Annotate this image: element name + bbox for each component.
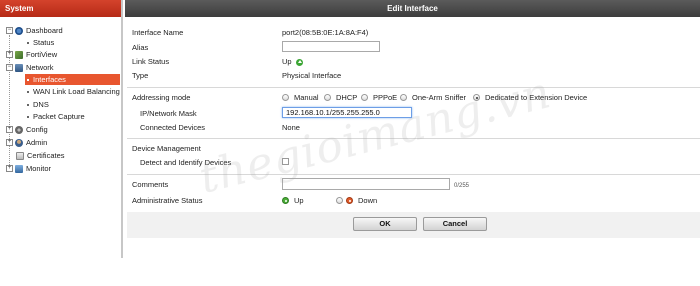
sidebar-item-wan-link-load-balancing[interactable]: WAN Link Load Balancing: [27, 86, 120, 97]
bullet-icon: [27, 41, 29, 44]
type-label: Type: [132, 71, 149, 80]
sidebar-item-config[interactable]: + Config: [6, 124, 48, 135]
admin-status-down-radio[interactable]: Down: [336, 196, 377, 205]
radio-icon: [336, 197, 343, 204]
status-down-icon: [346, 197, 353, 204]
ok-button[interactable]: OK: [353, 217, 417, 231]
dialog-button-bar: OK Cancel: [127, 212, 700, 238]
collapse-icon[interactable]: −: [6, 64, 13, 71]
detect-devices-label: Detect and Identify Devices: [140, 158, 232, 167]
sidebar-item-label: WAN Link Load Balancing: [33, 87, 120, 96]
divider: [127, 138, 700, 139]
ip-mask-label: IP/Network Mask: [140, 109, 197, 118]
sidebar-item-monitor[interactable]: + Monitor: [6, 163, 51, 174]
sidebar-item-dns[interactable]: DNS: [27, 99, 49, 110]
bullet-icon: [27, 115, 29, 118]
edit-interface-panel: Edit Interface Interface Name port2(08:5…: [125, 0, 700, 258]
radio-label: Up: [294, 196, 304, 205]
collapse-icon[interactable]: −: [6, 27, 13, 34]
dashboard-icon: [15, 26, 23, 35]
sidebar-header: System: [0, 0, 121, 17]
monitor-icon: [15, 164, 23, 173]
sidebar-item-admin[interactable]: + Admin: [6, 137, 47, 148]
radio-label: DHCP: [336, 93, 358, 102]
expand-icon[interactable]: +: [6, 165, 13, 172]
radio-label: Dedicated to Extension Device: [485, 93, 588, 102]
sidebar-item-label: Certificates: [27, 151, 65, 160]
bullet-icon: [27, 90, 29, 93]
addressing-mode-one-arm-sniffer-radio[interactable]: One-Arm Sniffer: [400, 93, 466, 102]
sidebar-item-label: Config: [26, 125, 48, 134]
radio-label: One-Arm Sniffer: [412, 93, 467, 102]
expand-icon[interactable]: +: [6, 139, 13, 146]
interface-name-label: Interface Name: [132, 28, 184, 37]
radio-icon: [324, 94, 331, 101]
addressing-mode-manual-radio[interactable]: Manual: [282, 93, 319, 102]
certificate-icon: [16, 151, 24, 160]
sidebar-item-status[interactable]: Status: [27, 37, 54, 48]
sidebar: System − Dashboard Status + FortiView − …: [0, 0, 123, 258]
radio-icon: [400, 94, 407, 101]
admin-user-icon: [15, 138, 23, 147]
detect-devices-checkbox[interactable]: [282, 158, 289, 165]
sidebar-item-label: Packet Capture: [33, 112, 85, 121]
link-status-label: Link Status: [132, 57, 170, 66]
addressing-mode-pppoe-radio[interactable]: PPPoE: [361, 93, 397, 102]
radio-selected-icon: [473, 94, 480, 101]
gear-icon: [15, 125, 23, 134]
sidebar-item-packet-capture[interactable]: Packet Capture: [27, 111, 85, 122]
comments-counter: 0/255: [454, 183, 470, 189]
link-status-text: Up: [282, 57, 292, 66]
addressing-mode-dedicated-radio[interactable]: Dedicated to Extension Device: [473, 93, 587, 102]
connected-devices-label: Connected Devices: [140, 123, 206, 132]
cancel-button[interactable]: Cancel: [423, 217, 487, 231]
sidebar-item-fortiview[interactable]: + FortiView: [6, 49, 57, 60]
link-status-value: Up: [282, 57, 303, 66]
admin-status-label: Administrative Status: [132, 196, 203, 205]
network-icon: [15, 63, 23, 72]
addressing-mode-label: Addressing mode: [132, 93, 191, 102]
alias-label: Alias: [132, 43, 149, 52]
sidebar-item-label: FortiView: [26, 50, 58, 59]
radio-label: Down: [358, 196, 378, 205]
sidebar-item-dashboard[interactable]: − Dashboard: [6, 25, 63, 36]
status-up-radio-icon: [282, 197, 289, 204]
status-up-icon: [295, 58, 303, 66]
interface-name-value: port2(08:5B:0E:1A:8A:F4): [282, 28, 369, 37]
ip-mask-input[interactable]: [282, 107, 412, 118]
radio-icon: [361, 94, 368, 101]
sidebar-item-label: Monitor: [26, 164, 52, 173]
connected-devices-value: None: [282, 123, 300, 132]
bullet-icon: [27, 103, 29, 106]
comments-label: Comments: [132, 180, 169, 189]
comments-textarea[interactable]: [282, 178, 450, 190]
device-management-label: Device Management: [132, 144, 201, 153]
sidebar-item-label: Dashboard: [26, 26, 63, 35]
admin-status-up-radio[interactable]: Up: [282, 196, 304, 205]
radio-icon: [282, 94, 289, 101]
alias-input[interactable]: [282, 41, 380, 52]
sidebar-item-certificates[interactable]: Certificates: [16, 150, 65, 161]
bullet-icon: [27, 78, 29, 81]
radio-label: PPPoE: [373, 93, 398, 102]
sidebar-item-interfaces[interactable]: Interfaces: [25, 74, 120, 85]
sidebar-item-label: DNS: [33, 100, 49, 109]
sidebar-item-network[interactable]: − Network: [6, 62, 54, 73]
sidebar-item-label: Admin: [26, 138, 48, 147]
divider: [127, 87, 700, 88]
addressing-mode-dhcp-radio[interactable]: DHCP: [324, 93, 357, 102]
expand-icon[interactable]: +: [6, 126, 13, 133]
fortiview-icon: [15, 50, 23, 59]
sidebar-item-label: Status: [33, 38, 55, 47]
expand-icon[interactable]: +: [6, 51, 13, 58]
type-value: Physical Interface: [282, 71, 342, 80]
divider: [127, 174, 700, 175]
radio-label: Manual: [294, 93, 319, 102]
sidebar-item-label: Interfaces: [33, 75, 66, 84]
sidebar-item-label: Network: [26, 63, 54, 72]
panel-title: Edit Interface: [125, 0, 700, 17]
